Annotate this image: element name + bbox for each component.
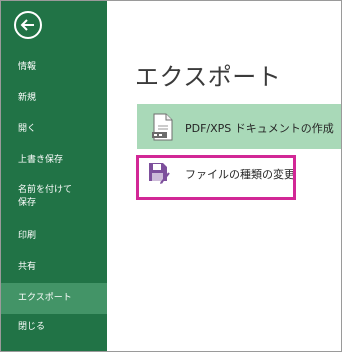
create-pdf-xps-option[interactable]: PDF/XPS ドキュメントの作成 — [137, 104, 341, 149]
sidebar-item-new[interactable]: 新規 — [1, 92, 107, 105]
back-button[interactable] — [14, 11, 42, 39]
sidebar-item-export[interactable]: エクスポート — [1, 283, 107, 314]
sidebar-item-print[interactable]: 印刷 — [1, 230, 107, 243]
sidebar-item-save-as-line2[interactable]: 保存 — [1, 197, 107, 210]
backstage-sidebar: 情報 新規 開く 上書き保存 名前を付けて 保存 印刷 共有 エクスポート 閉じ… — [1, 1, 107, 351]
sidebar-item-open[interactable]: 開く — [1, 123, 107, 136]
sidebar-item-share[interactable]: 共有 — [1, 261, 107, 274]
window-frame: 情報 新規 開く 上書き保存 名前を付けて 保存 印刷 共有 エクスポート 閉じ… — [0, 0, 342, 352]
sidebar-item-save[interactable]: 上書き保存 — [1, 154, 107, 167]
export-content-pane: エクスポート PDF/XPS ドキュメントの作成 ファイルの種類の変更 — [107, 1, 341, 351]
create-pdf-xps-label: PDF/XPS ドキュメントの作成 — [185, 122, 334, 135]
sidebar-item-info[interactable]: 情報 — [1, 61, 107, 74]
back-arrow-icon — [20, 19, 34, 31]
pdf-document-icon — [152, 113, 173, 141]
highlight-box — [136, 155, 296, 200]
sidebar-item-save-as-line1[interactable]: 名前を付けて — [1, 184, 107, 197]
sidebar-item-close[interactable]: 閉じる — [1, 321, 107, 334]
page-title: エクスポート — [135, 63, 282, 91]
